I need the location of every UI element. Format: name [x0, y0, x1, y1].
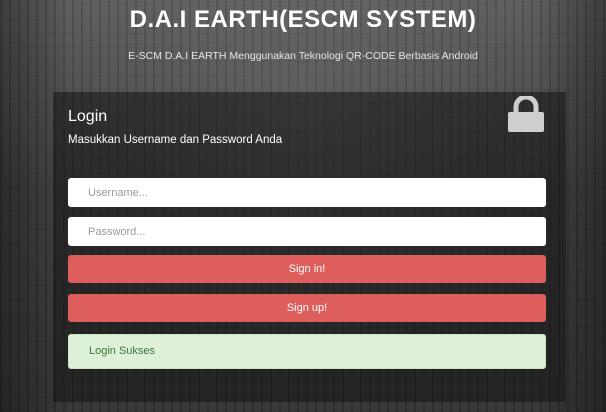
- signup-button[interactable]: Sign up!: [68, 294, 546, 322]
- login-panel: Login Masukkan Username dan Password And…: [53, 92, 566, 402]
- login-status-alert: Login Sukses: [68, 334, 546, 369]
- page-subtitle: E-SCM D.A.I EARTH Menggunakan Teknologi …: [128, 50, 478, 62]
- login-instruction: Masukkan Username dan Password Anda: [68, 134, 283, 146]
- password-input[interactable]: [68, 217, 546, 246]
- signin-button[interactable]: Sign in!: [68, 255, 546, 283]
- login-title: Login: [68, 108, 108, 125]
- page-title: D.A.I EARTH(ESCM SYSTEM): [129, 6, 477, 33]
- username-input[interactable]: [68, 178, 546, 207]
- lock-icon: [508, 96, 544, 132]
